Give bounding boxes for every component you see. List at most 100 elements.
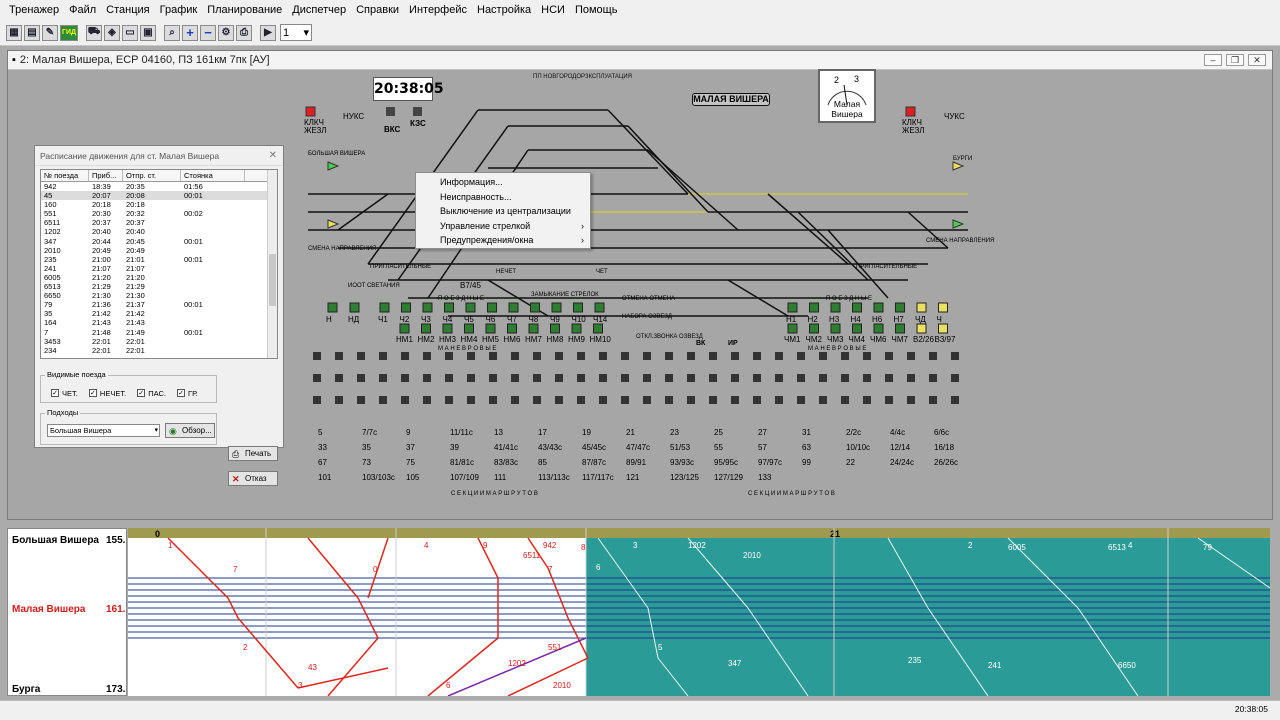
schedule-row[interactable]: 3453 22:01 22:01 <box>41 337 277 346</box>
zoom-out-icon[interactable]: − <box>200 24 216 41</box>
switch-button <box>885 374 893 382</box>
kzs-label: КЗС <box>410 119 426 128</box>
ctx-info[interactable]: Информация... <box>416 175 590 190</box>
train-label: 2010 <box>743 551 761 560</box>
signal-label: Н <box>326 315 332 324</box>
schedule-cell: 3453 <box>44 336 61 346</box>
schedule-cell: 20:35 <box>126 182 145 191</box>
ctx-fault[interactable]: Неисправность... <box>416 190 590 205</box>
schedule-row[interactable]: 347 20:44 20:45 00:01 <box>41 237 277 246</box>
zoom-level-select[interactable]: 1 ▾ <box>280 24 312 41</box>
schedule-row[interactable]: 6511 20:37 20:37 <box>41 218 277 227</box>
ctx-switch-control[interactable]: Управление стрелкой › <box>416 219 590 234</box>
schedule-row[interactable]: 160 20:18 20:18 <box>41 200 277 209</box>
edit-icon[interactable]: ✎ <box>42 24 58 41</box>
schedule-row[interactable]: 79 21:36 21:37 00:01 <box>41 300 277 309</box>
status-time: 20:38:05 <box>1234 704 1268 714</box>
print-button[interactable]: ⎙ Печать <box>228 446 278 461</box>
window-icon[interactable]: ▭ <box>122 24 138 41</box>
switch-button <box>709 374 717 382</box>
switch-button <box>533 352 541 360</box>
menu-trenazher[interactable]: Тренажер <box>4 0 64 20</box>
cancel-button[interactable]: ✕ Отказ <box>228 471 278 486</box>
print-icon[interactable]: ⎙ <box>236 24 252 41</box>
ctx-warnings[interactable]: Предупреждения/окна › <box>416 233 590 248</box>
signal-button <box>938 302 948 313</box>
zoom-search-icon[interactable]: ⌕ <box>164 24 180 41</box>
maximize-button[interactable]: ❐ <box>1226 54 1244 66</box>
scrollbar-thumb[interactable] <box>269 254 276 306</box>
car-icon[interactable]: ⛟ <box>86 24 102 41</box>
switch-button <box>599 374 607 382</box>
schedule-cell: 21:20 <box>126 272 145 282</box>
menu-station[interactable]: Станция <box>101 0 154 20</box>
schedule-row[interactable]: 6513 21:29 21:29 <box>41 282 277 291</box>
switch-button <box>643 396 651 404</box>
close-button[interactable]: ✕ <box>1248 54 1266 66</box>
minimize-button[interactable]: – <box>1204 54 1222 66</box>
approach-select[interactable]: Большая Вишера ▾ <box>47 424 160 437</box>
signal-button <box>530 302 540 313</box>
station-name: Бурга <box>12 684 41 695</box>
signal-label: Ч1 <box>378 315 388 324</box>
signal-label: Ч6 <box>486 315 496 324</box>
col-train-number[interactable]: № поезда <box>41 170 89 181</box>
tools-icon[interactable]: ⚙ <box>218 24 234 41</box>
browse-button[interactable]: ◉ Обзор... <box>165 423 215 438</box>
check-chet[interactable]: ✓ ЧЕТ. <box>51 389 78 398</box>
route-number: 63 <box>802 443 811 452</box>
menu-reference[interactable]: Справки <box>351 0 404 20</box>
gid-button[interactable]: ГИД <box>60 24 78 41</box>
col-arrival[interactable]: Приб... <box>89 170 123 181</box>
train-label: 2010 <box>553 681 571 690</box>
play-icon[interactable]: ▶ <box>260 24 276 41</box>
menu-interface[interactable]: Интерфейс <box>404 0 472 20</box>
col-departure[interactable]: Отпр. ст. <box>123 170 181 181</box>
schedule-row[interactable]: 241 21:07 21:07 <box>41 264 277 273</box>
schedule-row[interactable]: 45 20:07 20:08 00:01 <box>41 191 277 201</box>
schedule-row[interactable]: 235 21:00 21:01 00:01 <box>41 255 277 264</box>
route-number: 45/45с <box>582 443 606 452</box>
menu-graph[interactable]: График <box>155 0 203 20</box>
menu-nsi[interactable]: НСИ <box>536 0 570 20</box>
schedule-row[interactable]: 164 21:43 21:43 <box>41 318 277 327</box>
direction-arrow-icon <box>952 219 965 229</box>
schedule-cell: 20:37 <box>92 218 111 228</box>
schedule-row[interactable]: 2010 20:49 20:49 <box>41 246 277 255</box>
menu-help[interactable]: Помощь <box>570 0 623 20</box>
menu-planning[interactable]: Планирование <box>202 0 287 20</box>
check-pas[interactable]: ✓ ПАС. <box>137 389 166 398</box>
close-icon[interactable]: ✕ <box>269 146 277 165</box>
route-number: 95/95с <box>714 458 738 467</box>
switch-button <box>511 396 519 404</box>
station-km: 161. <box>106 604 126 615</box>
schedule-row[interactable]: 35 21:42 21:42 <box>41 309 277 318</box>
switch-button <box>863 374 871 382</box>
klk-lamp <box>905 106 916 117</box>
schedule-row[interactable]: 1202 20:40 20:40 <box>41 227 277 236</box>
schedule-grid-icon[interactable]: ▦ <box>6 24 22 41</box>
schedule-row[interactable]: 7 21:48 21:49 00:01 <box>41 328 277 337</box>
menu-settings[interactable]: Настройка <box>472 0 536 20</box>
menu-file[interactable]: Файл <box>64 0 101 20</box>
signal-label: ЧМ2 <box>806 335 823 344</box>
schedule-row[interactable]: 942 18:39 20:35 01:56 <box>41 182 277 191</box>
table-icon[interactable]: ▤ <box>24 24 40 41</box>
schedule-row[interactable]: 6005 21:20 21:20 <box>41 273 277 282</box>
schedule-cell: 35 <box>44 309 53 319</box>
col-stop[interactable]: Стоянка <box>181 170 245 181</box>
schedule-row[interactable]: 234 22:01 22:01 <box>41 346 277 355</box>
route-number: 47/47с <box>626 443 650 452</box>
check-gr[interactable]: ✓ ГР. <box>177 389 198 398</box>
check-nechet[interactable]: ✓ НЕЧЕТ. <box>88 389 126 398</box>
ctx-disable[interactable]: Выключение из централизации <box>416 204 590 219</box>
menu-dispatcher[interactable]: Диспетчер <box>287 0 351 20</box>
layers-icon[interactable]: ▣ <box>140 24 156 41</box>
schedule-scrollbar[interactable] <box>267 170 277 358</box>
schedule-cell: 20:32 <box>126 209 145 219</box>
schedule-cell: 20:49 <box>126 245 145 255</box>
schedule-row[interactable]: 6650 21:30 21:30 <box>41 291 277 300</box>
schedule-row[interactable]: 551 20:30 20:32 00:02 <box>41 209 277 218</box>
zoom-in-icon[interactable]: + <box>182 24 198 41</box>
map-icon[interactable]: ◈ <box>104 24 120 41</box>
